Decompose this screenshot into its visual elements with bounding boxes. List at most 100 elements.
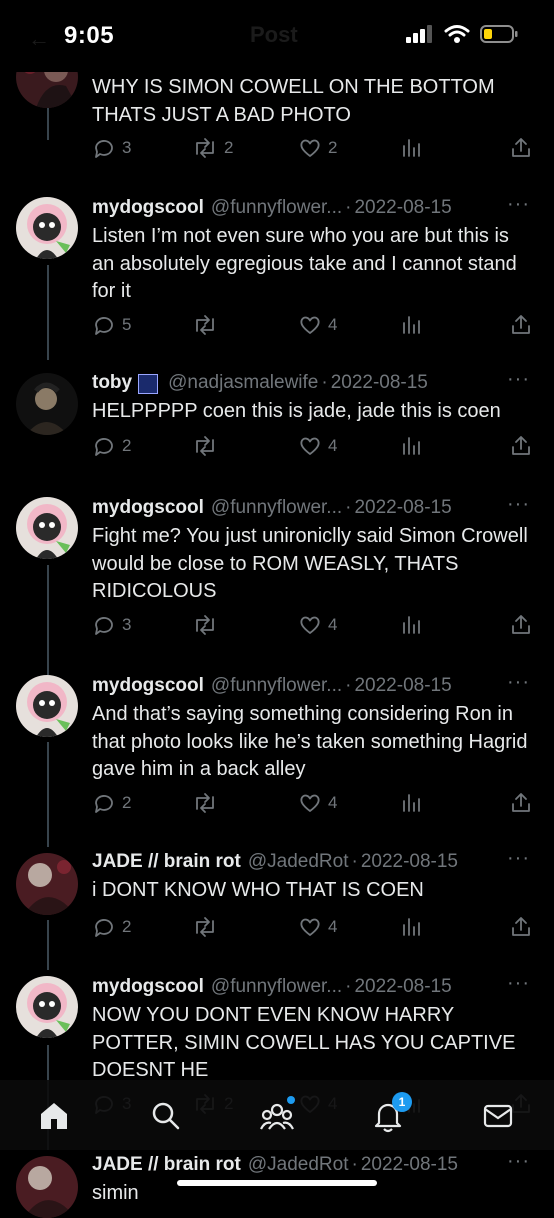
reply-button[interactable]: 5 bbox=[92, 313, 131, 337]
share-button[interactable] bbox=[510, 313, 532, 335]
views-button[interactable] bbox=[400, 613, 422, 635]
like-count: 2 bbox=[328, 138, 338, 157]
reply-count: 3 bbox=[122, 138, 132, 157]
display-name[interactable]: JADE // brain rot bbox=[92, 851, 241, 873]
concert-photo-avatar-icon bbox=[16, 853, 78, 915]
nav-communities[interactable] bbox=[257, 1096, 297, 1136]
share-button[interactable] bbox=[510, 915, 532, 937]
like-button[interactable]: 4 bbox=[298, 915, 337, 939]
display-name[interactable]: mydogscool bbox=[92, 497, 204, 519]
views-button[interactable] bbox=[400, 313, 422, 335]
tweet-date[interactable]: 2022-08-15 bbox=[354, 497, 451, 519]
avatar[interactable] bbox=[16, 1156, 78, 1218]
dark-portrait-avatar-icon bbox=[16, 373, 78, 435]
handle[interactable]: @JadedRot bbox=[248, 1154, 349, 1176]
repost-button[interactable] bbox=[192, 791, 218, 815]
reply-button[interactable]: 2 bbox=[92, 915, 131, 939]
nav-search[interactable] bbox=[146, 1096, 186, 1136]
avatar[interactable] bbox=[16, 853, 78, 915]
views-button[interactable] bbox=[400, 915, 422, 937]
more-options-icon[interactable]: ··· bbox=[507, 193, 530, 216]
repost-button[interactable] bbox=[192, 613, 218, 637]
repost-button[interactable] bbox=[192, 434, 218, 458]
nav-messages[interactable] bbox=[478, 1096, 518, 1136]
thread-line bbox=[47, 920, 49, 970]
like-count: 4 bbox=[328, 917, 338, 936]
tweet-date[interactable]: 2022-08-15 bbox=[361, 851, 458, 873]
more-options-icon[interactable]: ··· bbox=[507, 671, 530, 694]
handle[interactable]: @funnyflower... bbox=[211, 675, 342, 697]
nav-notifications[interactable]: 1 bbox=[368, 1092, 412, 1136]
separator-dot: · bbox=[345, 497, 352, 518]
back-arrow-icon[interactable]: ← bbox=[28, 26, 50, 52]
tweet-header: JADE // brain rot @JadedRot · 2022-08-15… bbox=[92, 1150, 530, 1178]
handle[interactable]: @funnyflower... bbox=[211, 976, 342, 998]
share-button[interactable] bbox=[510, 791, 532, 813]
views-button[interactable] bbox=[400, 791, 422, 813]
tweet-date[interactable]: 2022-08-15 bbox=[354, 197, 451, 219]
reply-icon bbox=[95, 317, 113, 335]
views-icon bbox=[403, 437, 420, 455]
like-button[interactable]: 4 bbox=[298, 613, 337, 637]
cat-flower-avatar-icon bbox=[16, 976, 78, 1038]
home-indicator[interactable] bbox=[177, 1180, 377, 1186]
reply-button[interactable]: 2 bbox=[92, 791, 131, 815]
reply-button[interactable]: 3 bbox=[92, 136, 131, 160]
bottom-nav: 1 bbox=[0, 1080, 554, 1150]
tweet-actions: 2 4 bbox=[92, 791, 530, 821]
like-button[interactable]: 2 bbox=[298, 136, 337, 160]
tweet-date[interactable]: 2022-08-15 bbox=[331, 372, 428, 394]
views-icon bbox=[403, 139, 420, 157]
tweet-text: i DONT KNOW WHO THAT IS COEN bbox=[92, 879, 424, 901]
like-button[interactable]: 4 bbox=[298, 434, 337, 458]
repost-icon bbox=[196, 917, 214, 937]
share-button[interactable] bbox=[510, 136, 532, 158]
reply-icon bbox=[95, 795, 113, 813]
tweet-header: mydogscool @funnyflower... · 2022-08-15 … bbox=[92, 193, 530, 221]
handle[interactable]: @funnyflower... bbox=[211, 497, 342, 519]
share-button[interactable] bbox=[510, 613, 532, 635]
communities-icon bbox=[260, 1103, 294, 1130]
more-options-icon[interactable]: ··· bbox=[507, 368, 530, 391]
repost-button[interactable]: 2 bbox=[192, 136, 233, 160]
share-button[interactable] bbox=[510, 434, 532, 456]
avatar[interactable] bbox=[16, 675, 78, 737]
display-name[interactable]: mydogscool bbox=[92, 976, 204, 998]
search-icon bbox=[152, 1102, 180, 1130]
tweet-header: toby @nadjasmalewife · 2022-08-15 ··· bbox=[92, 368, 530, 396]
tweet-text: Listen I’m not even sure who you are but… bbox=[92, 225, 517, 302]
display-name[interactable]: mydogscool bbox=[92, 197, 204, 219]
handle[interactable]: @JadedRot bbox=[248, 851, 349, 873]
reply-button[interactable]: 2 bbox=[92, 434, 131, 458]
tweet-date[interactable]: 2022-08-15 bbox=[354, 675, 451, 697]
like-button[interactable]: 4 bbox=[298, 313, 337, 337]
more-options-icon[interactable]: ··· bbox=[507, 493, 530, 516]
repost-button[interactable] bbox=[192, 313, 218, 337]
views-button[interactable] bbox=[400, 434, 422, 456]
repost-button[interactable] bbox=[192, 915, 218, 939]
display-name[interactable]: toby bbox=[92, 372, 132, 394]
reply-icon bbox=[95, 140, 113, 158]
avatar[interactable] bbox=[16, 197, 78, 259]
reply-count: 2 bbox=[122, 436, 132, 455]
display-name[interactable]: JADE // brain rot bbox=[92, 1154, 241, 1176]
like-button[interactable]: 4 bbox=[298, 791, 337, 815]
handle[interactable]: @funnyflower... bbox=[211, 197, 342, 219]
tweet-text: Fight me? You just unironiclly said Simo… bbox=[92, 525, 528, 602]
tweet-date[interactable]: 2022-08-15 bbox=[354, 976, 451, 998]
galaxy-emoji-icon bbox=[138, 374, 159, 394]
reply-button[interactable]: 3 bbox=[92, 613, 131, 637]
more-options-icon[interactable]: ··· bbox=[507, 847, 530, 870]
tweet-actions: 2 4 bbox=[92, 915, 530, 945]
display-name[interactable]: mydogscool bbox=[92, 675, 204, 697]
tweet-date[interactable]: 2022-08-15 bbox=[361, 1154, 458, 1176]
avatar[interactable] bbox=[16, 976, 78, 1038]
avatar[interactable] bbox=[16, 373, 78, 435]
avatar[interactable] bbox=[16, 497, 78, 559]
reply-icon bbox=[95, 919, 113, 937]
views-button[interactable] bbox=[400, 136, 422, 158]
nav-home[interactable] bbox=[34, 1096, 74, 1136]
more-options-icon[interactable]: ··· bbox=[507, 972, 530, 995]
handle[interactable]: @nadjasmalewife bbox=[168, 372, 318, 394]
more-options-icon[interactable]: ··· bbox=[507, 1150, 530, 1173]
